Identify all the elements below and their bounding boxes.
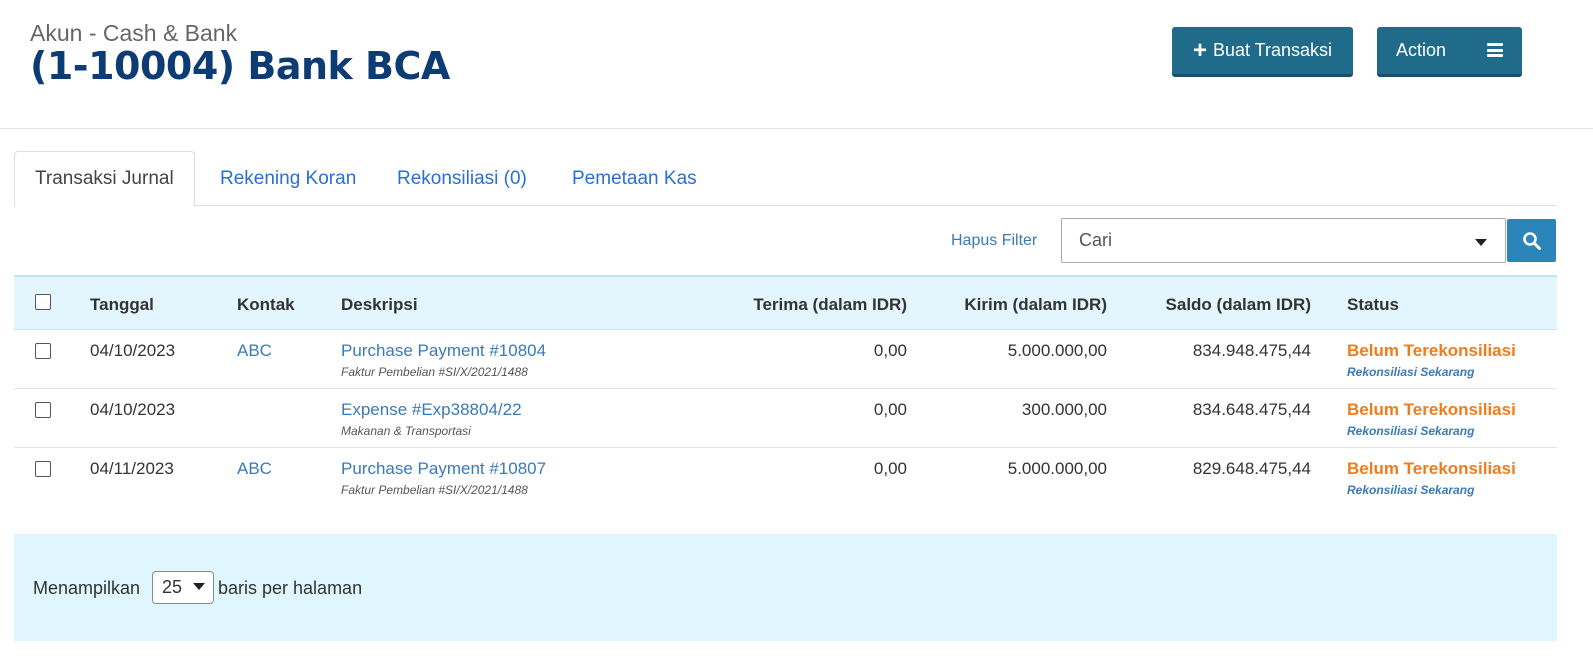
row-checkbox[interactable] (35, 343, 51, 359)
reconcile-now-link[interactable]: Rekonsiliasi Sekarang (1347, 365, 1474, 379)
column-header-date[interactable]: Tanggal (90, 295, 154, 315)
table-row: 04/10/2023 ABC Purchase Payment #10804 F… (14, 330, 1557, 389)
row-balance: 829.648.475,44 (1192, 459, 1311, 478)
search-select[interactable] (1061, 218, 1506, 263)
row-description-link[interactable]: Expense #Exp38804/22 (341, 400, 522, 420)
table-row: 04/10/2023 Expense #Exp38804/22 Makanan … (14, 389, 1557, 448)
row-checkbox[interactable] (35, 402, 51, 418)
caret-down-icon[interactable] (1475, 239, 1487, 246)
row-balance: 834.648.475,44 (1192, 400, 1311, 419)
select-all-checkbox[interactable] (35, 294, 51, 310)
pagination-bar: Menampilkan 25 baris per halaman (14, 534, 1557, 641)
row-received: 0,00 (873, 341, 907, 360)
clear-filter-link[interactable]: Hapus Filter (951, 232, 1037, 250)
page-title: (1-10004) Bank BCA (30, 44, 450, 88)
rows-per-page-select[interactable]: 25 (152, 571, 214, 604)
row-description-sub: Makanan & Transportasi (341, 424, 471, 438)
page-header: Akun - Cash & Bank (1-10004) Bank BCA + … (0, 0, 1593, 129)
plus-icon: + (1192, 36, 1207, 64)
row-sent: 5.000.000,00 (1007, 341, 1107, 360)
row-date: 04/10/2023 (90, 341, 176, 360)
tab-rekonsiliasi[interactable]: Rekonsiliasi (0) (397, 151, 527, 206)
column-header-contact[interactable]: Kontak (237, 295, 295, 315)
column-header-sent[interactable]: Kirim (dalam IDR) (964, 295, 1107, 315)
caret-down-icon (193, 583, 205, 590)
row-checkbox[interactable] (35, 461, 51, 477)
rows-per-page-value: 25 (162, 577, 183, 597)
row-received: 0,00 (873, 459, 907, 478)
action-label: Action (1396, 40, 1447, 60)
table-header: Tanggal Kontak Deskripsi Terima (dalam I… (14, 275, 1557, 330)
row-description-link[interactable]: Purchase Payment #10804 (341, 341, 546, 361)
status-badge: Belum Terekonsiliasi (1347, 459, 1516, 478)
column-header-received[interactable]: Terima (dalam IDR) (753, 295, 907, 315)
row-sent: 5.000.000,00 (1007, 459, 1107, 478)
tab-rekening-koran[interactable]: Rekening Koran (220, 151, 356, 206)
row-sent: 300.000,00 (1021, 400, 1107, 419)
reconcile-now-link[interactable]: Rekonsiliasi Sekarang (1347, 483, 1474, 497)
create-transaction-button[interactable]: + Buat Transaksi (1172, 27, 1353, 77)
reconcile-now-link[interactable]: Rekonsiliasi Sekarang (1347, 424, 1474, 438)
search-button[interactable] (1507, 219, 1556, 262)
status-badge: Belum Terekonsiliasi (1347, 400, 1516, 419)
row-date: 04/10/2023 (90, 400, 176, 419)
table-row: 04/11/2023 ABC Purchase Payment #10807 F… (14, 448, 1557, 507)
row-contact-link[interactable]: ABC (237, 341, 272, 361)
column-header-description[interactable]: Deskripsi (341, 295, 418, 315)
tab-transaksi-jurnal[interactable]: Transaksi Jurnal (14, 151, 195, 207)
row-description-sub: Faktur Pembelian #SI/X/2021/1488 (341, 483, 528, 497)
row-description-sub: Faktur Pembelian #SI/X/2021/1488 (341, 365, 528, 379)
tab-pemetaan-kas[interactable]: Pemetaan Kas (572, 151, 697, 206)
pagination-prefix: Menampilkan (33, 578, 141, 598)
row-description-link[interactable]: Purchase Payment #10807 (341, 459, 546, 479)
create-transaction-label: Buat Transaksi (1212, 40, 1333, 60)
search-icon (1522, 231, 1541, 250)
action-button[interactable]: Action (1377, 27, 1522, 77)
row-received: 0,00 (873, 400, 907, 419)
pagination-suffix: baris per halaman (218, 578, 363, 598)
row-balance: 834.948.475,44 (1192, 341, 1311, 360)
column-header-balance[interactable]: Saldo (dalam IDR) (1166, 295, 1311, 315)
transactions-table: Tanggal Kontak Deskripsi Terima (dalam I… (14, 275, 1557, 507)
status-badge: Belum Terekonsiliasi (1347, 341, 1516, 360)
page-subtitle: Akun - Cash & Bank (30, 20, 238, 46)
row-contact-link[interactable]: ABC (237, 459, 272, 479)
column-header-status[interactable]: Status (1347, 295, 1399, 315)
search-input[interactable] (1062, 219, 1442, 262)
row-date: 04/11/2023 (90, 459, 174, 478)
hamburger-menu-icon (1487, 43, 1503, 57)
tab-bar: Transaksi Jurnal Rekening Koran Rekonsil… (14, 151, 1557, 207)
